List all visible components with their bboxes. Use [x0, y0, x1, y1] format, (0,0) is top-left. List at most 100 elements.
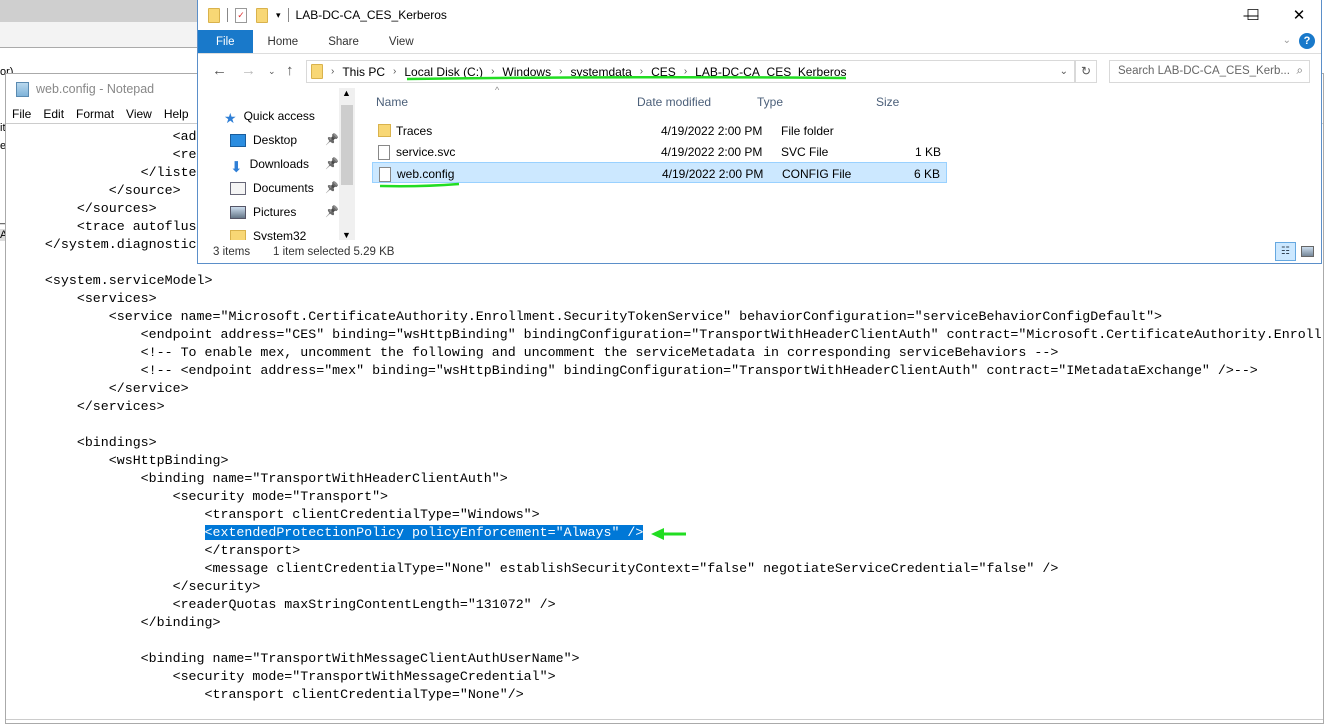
- tab-view[interactable]: View: [374, 30, 429, 53]
- code-text: </sources>: [13, 201, 157, 216]
- file-size: 6 KB: [913, 167, 940, 181]
- background-titlebar: [0, 0, 200, 22]
- search-input[interactable]: Search LAB-DC-CA_CES_Kerb... ⌕: [1109, 60, 1310, 83]
- scroll-up-icon[interactable]: ▲: [342, 88, 351, 98]
- expand-ribbon-icon[interactable]: ⌄: [1283, 35, 1291, 46]
- code-text: </service>: [13, 381, 189, 396]
- nav-item-label: Pictures: [253, 205, 297, 219]
- divider: [227, 8, 228, 22]
- up-icon[interactable]: ↑: [286, 62, 294, 79]
- folder-icon: [311, 64, 323, 79]
- nav-item-quick-access[interactable]: ★ Quick access: [224, 106, 315, 126]
- explorer-titlebar[interactable]: ✓ ▾ LAB-DC-CA_CES_Kerberos —: [198, 0, 1321, 30]
- notepad-icon: [16, 81, 29, 97]
- chevron-right-icon[interactable]: ›: [491, 66, 494, 77]
- breadcrumb-systemdata[interactable]: systemdata: [570, 65, 631, 79]
- new-folder-icon[interactable]: [256, 7, 268, 23]
- breadcrumb-this-pc[interactable]: This PC: [342, 65, 385, 79]
- code-line: <bindings>: [13, 434, 1323, 452]
- file-name: service.svc: [396, 145, 456, 159]
- quick-access-dropdown-icon[interactable]: ▾: [276, 10, 281, 21]
- properties-icon[interactable]: ✓: [235, 7, 247, 23]
- sort-ascending-icon: ^: [495, 85, 500, 95]
- chevron-right-icon[interactable]: ›: [559, 66, 562, 77]
- code-line: <transport clientCredentialType="None"/>: [13, 686, 1323, 704]
- menu-help[interactable]: Help: [158, 107, 195, 121]
- code-line: <services>: [13, 290, 1323, 308]
- selected-text[interactable]: <extendedProtectionPolicy policyEnforcem…: [204, 525, 644, 540]
- file-row[interactable]: service.svc 4/19/2022 2:00 PM SVC File 1 KB: [372, 141, 947, 162]
- tab-file[interactable]: File: [198, 30, 253, 53]
- maximize-button[interactable]: ☐: [1230, 0, 1276, 30]
- nav-item-pictures[interactable]: Pictures: [230, 202, 296, 222]
- code-text: <!-- To enable mex, uncomment the follow…: [13, 345, 1059, 360]
- file-name: web.config: [397, 167, 455, 181]
- nav-item-system32[interactable]: System32: [230, 226, 306, 240]
- address-bar[interactable]: › This PC › Local Disk (C:) › Windows › …: [306, 60, 1075, 83]
- details-view-icon[interactable]: ☷: [1275, 242, 1296, 261]
- recent-locations-icon[interactable]: ⌄: [268, 66, 276, 77]
- nav-item-downloads[interactable]: ⬇ Downloads: [230, 154, 309, 176]
- nav-item-label: Quick access: [243, 109, 315, 123]
- column-name[interactable]: Name: [376, 95, 408, 109]
- tab-home[interactable]: Home: [253, 30, 314, 53]
- nav-item-desktop[interactable]: Desktop: [230, 130, 297, 150]
- close-button[interactable]: ✕: [1276, 0, 1322, 30]
- chevron-right-icon[interactable]: ›: [393, 66, 396, 77]
- menu-view[interactable]: View: [120, 107, 158, 121]
- address-dropdown-icon[interactable]: ⌄: [1060, 66, 1068, 77]
- tab-share[interactable]: Share: [313, 30, 374, 53]
- large-icons-view-icon[interactable]: [1301, 246, 1314, 257]
- nav-scrollbar[interactable]: ▲ ▼: [339, 88, 355, 240]
- breadcrumb-ces[interactable]: CES: [651, 65, 676, 79]
- breadcrumb-windows[interactable]: Windows: [502, 65, 551, 79]
- chevron-right-icon: ›: [331, 66, 335, 77]
- folder-icon: [378, 124, 391, 137]
- code-text: <trace autoflus: [13, 219, 197, 234]
- scroll-down-icon[interactable]: ▼: [342, 230, 351, 240]
- code-text: <security mode="TransportWithMessageCred…: [13, 669, 556, 684]
- scrollbar-thumb[interactable]: [341, 105, 353, 185]
- item-count: 3 items: [213, 246, 251, 258]
- back-icon[interactable]: ←: [212, 62, 227, 79]
- nav-item-label: System32: [253, 229, 307, 240]
- nav-item-label: Desktop: [253, 133, 298, 147]
- column-type[interactable]: Type: [757, 95, 783, 109]
- chevron-right-icon[interactable]: ›: [640, 66, 643, 77]
- column-size[interactable]: Size: [876, 95, 899, 109]
- file-row[interactable]: Traces 4/19/2022 2:00 PM File folder: [372, 120, 947, 141]
- file-size: 1 KB: [914, 145, 941, 159]
- breadcrumb-current[interactable]: LAB-DC-CA_CES_Kerberos: [695, 65, 846, 79]
- code-text: </binding>: [13, 615, 221, 630]
- refresh-button[interactable]: ↻: [1075, 60, 1097, 83]
- forward-icon[interactable]: →: [241, 62, 256, 79]
- file-type: File folder: [781, 124, 834, 138]
- pin-icon[interactable]: 📌: [325, 205, 339, 218]
- code-text: <binding name="TransportWithMessageClien…: [13, 651, 580, 666]
- code-line: <system.serviceModel>: [13, 272, 1323, 290]
- pin-icon[interactable]: 📌: [325, 181, 339, 194]
- code-line: <endpoint address="CES" binding="wsHttpB…: [13, 326, 1323, 344]
- help-icon[interactable]: ?: [1299, 33, 1315, 49]
- notepad-title: web.config - Notepad: [36, 82, 155, 96]
- file-icon: [379, 167, 391, 182]
- column-date-modified[interactable]: Date modified: [637, 95, 711, 109]
- menu-file[interactable]: File: [6, 107, 37, 121]
- menu-edit[interactable]: Edit: [37, 107, 70, 121]
- file-type: SVC File: [781, 145, 829, 159]
- code-line: </binding>: [13, 614, 1323, 632]
- pin-icon[interactable]: 📌: [325, 133, 339, 146]
- nav-item-documents[interactable]: Documents: [230, 178, 314, 198]
- code-line: <binding name="TransportWithHeaderClient…: [13, 470, 1323, 488]
- pin-icon[interactable]: 📌: [325, 157, 339, 170]
- star-icon: ★: [224, 109, 237, 126]
- breadcrumb-local-disk[interactable]: Local Disk (C:): [404, 65, 483, 79]
- code-text: </liste: [13, 165, 197, 180]
- code-line: </services>: [13, 398, 1323, 416]
- code-text: <ad: [13, 129, 197, 144]
- file-row[interactable]: web.config 4/19/2022 2:00 PM CONFIG File 6 …: [372, 162, 947, 183]
- menu-format[interactable]: Format: [70, 107, 120, 121]
- documents-icon: [230, 181, 246, 195]
- chevron-right-icon[interactable]: ›: [684, 66, 687, 77]
